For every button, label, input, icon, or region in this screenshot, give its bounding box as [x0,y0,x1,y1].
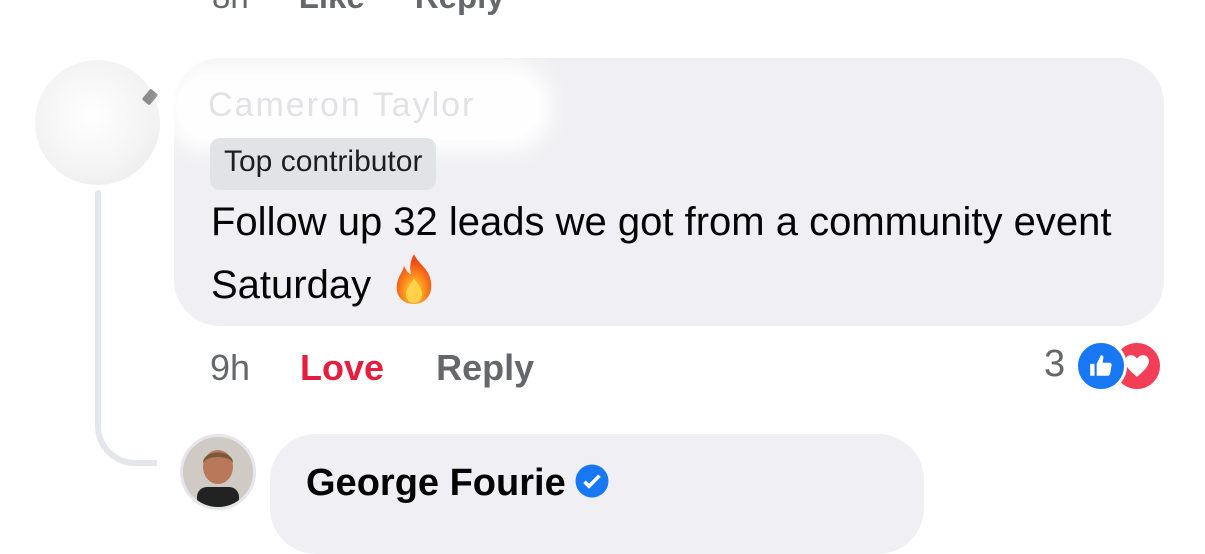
top-contributor-badge: Top contributor [210,138,437,190]
thread-line [95,190,101,400]
previous-like-button[interactable]: Like [299,0,365,15]
comment-actions: 9h Love Reply [210,343,534,393]
previous-comment-time: 8h [212,0,249,15]
love-button[interactable]: Love [300,347,384,389]
comment-text: Follow up 32 leads we got from a communi… [211,192,1151,323]
verified-badge-icon [574,463,610,509]
comment-author-name[interactable]: Cameron Taylor [178,76,538,138]
reply-button[interactable]: Reply [436,347,534,389]
reply-author-name[interactable]: George Fourie [306,462,610,509]
previous-comment-actions: 8h Like Reply [212,0,505,15]
comment-time[interactable]: 9h [210,347,250,389]
avatar[interactable] [35,60,160,185]
like-icon [1075,340,1128,392]
thread-connector [95,392,157,466]
fire-icon [389,252,439,323]
reaction-count: 3 [1044,342,1066,385]
previous-reply-button[interactable]: Reply [415,0,505,15]
reaction-summary[interactable]: 3 [1044,338,1173,392]
reply-author-avatar[interactable] [180,434,256,510]
